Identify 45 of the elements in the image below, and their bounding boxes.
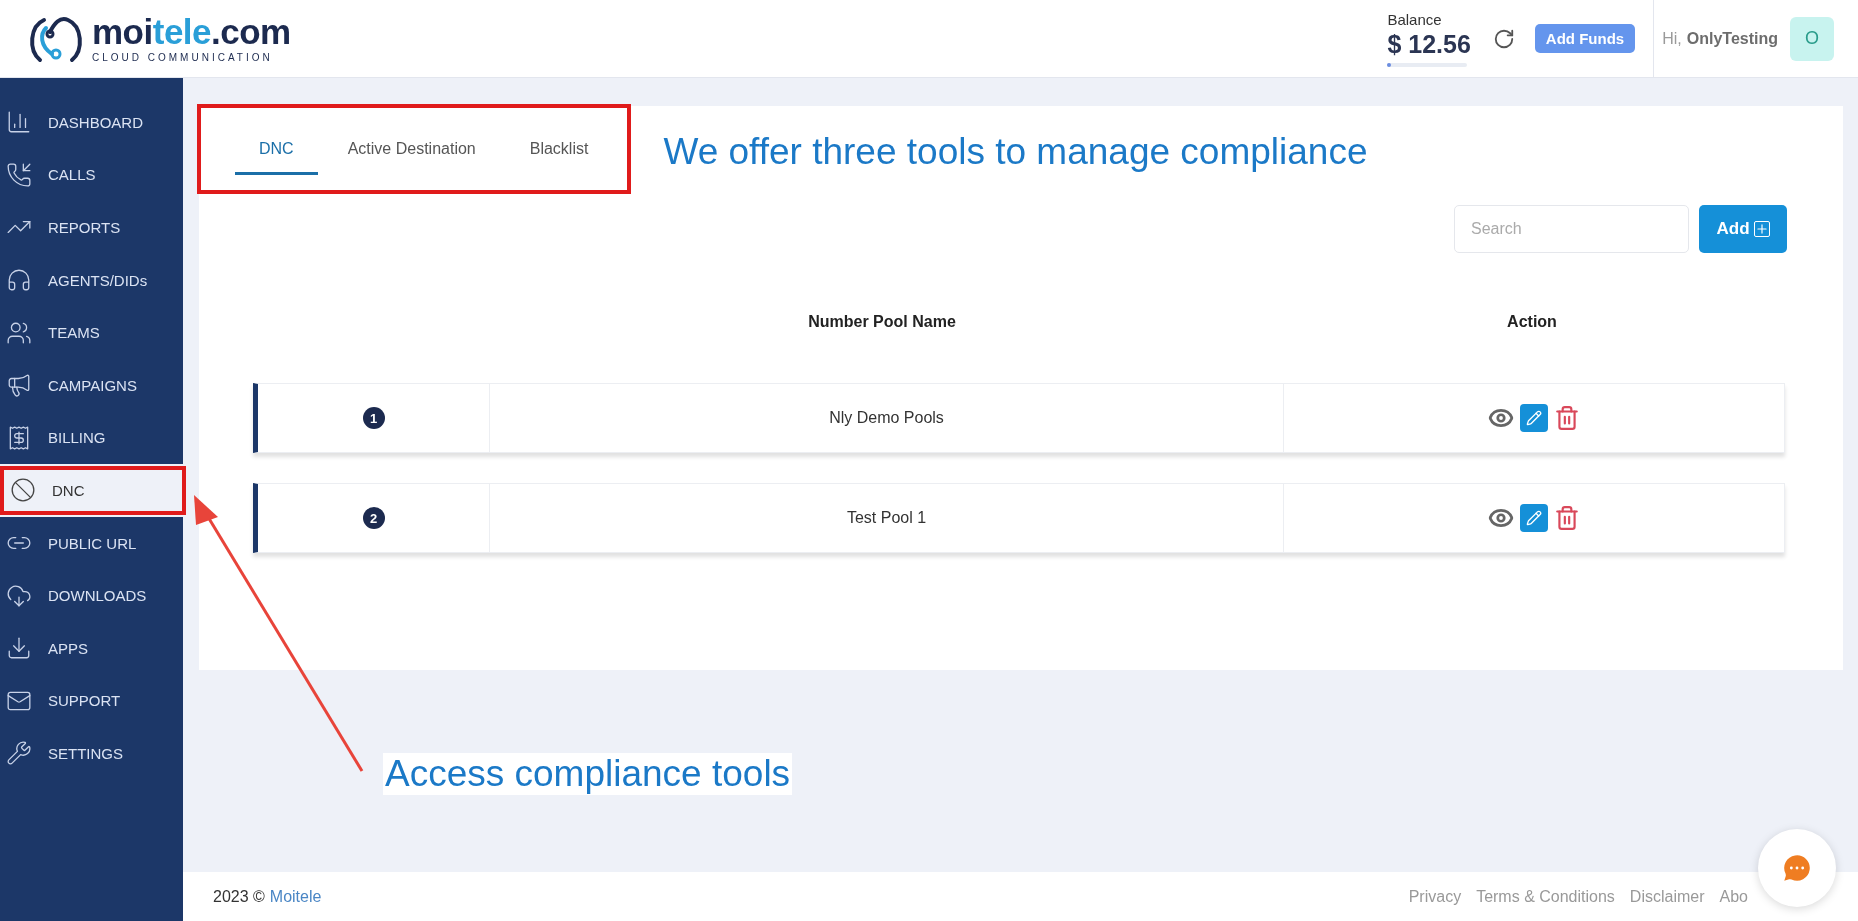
sidebar-item[interactable]: AGENTS/DIDs	[0, 253, 183, 307]
column-header: Number Pool Name	[807, 313, 957, 331]
delete-icon[interactable]	[1554, 505, 1580, 531]
sidebar-item[interactable]: SETTINGS	[0, 727, 183, 780]
megaphone-icon	[6, 372, 32, 399]
column-header: Action	[1506, 313, 1558, 331]
sidebar-item[interactable]: DASHBOARD	[0, 96, 183, 149]
sidebar-item[interactable]: DOWNLOADS	[0, 569, 183, 622]
search-field[interactable]: Search	[1454, 205, 1689, 253]
balance-amount: $ 12.56	[1387, 29, 1471, 59]
pencil-icon	[1526, 410, 1542, 426]
callout-text: Access compliance tools	[383, 753, 793, 795]
sidebar-item[interactable]: CALLS	[0, 148, 183, 202]
sidebar-item[interactable]: CAMPAIGNS	[0, 358, 183, 412]
pencil-icon	[1526, 510, 1542, 526]
tab[interactable]: Blacklist	[505, 128, 613, 175]
sidebar-item[interactable]: BILLING	[0, 411, 183, 465]
pool-name: Nly Demo Pools	[829, 409, 944, 427]
phone-icon	[6, 161, 32, 188]
pool-name: Test Pool 1	[846, 509, 927, 527]
tab[interactable]: DNC	[235, 128, 318, 175]
edit-button[interactable]	[1520, 404, 1548, 432]
row-number: 1	[362, 407, 385, 429]
chat-button[interactable]	[1758, 829, 1836, 907]
tab[interactable]: Active Destination	[323, 128, 500, 175]
refresh-icon[interactable]	[1492, 27, 1515, 50]
edit-button[interactable]	[1520, 504, 1548, 532]
copyright-text: 2023 ©	[213, 887, 265, 906]
prohibited-icon	[10, 477, 36, 504]
sidebar-item[interactable]: SUPPORT	[0, 674, 183, 728]
greeting: Hi,	[1662, 29, 1682, 48]
callout-text: We offer three tools to manage compliance	[663, 130, 1368, 173]
delete-icon[interactable]	[1554, 405, 1580, 431]
brand-tagline: CLOUD COMMUNICATION	[92, 52, 274, 63]
brand-name: moitele.com	[92, 14, 291, 49]
balance-label: Balance	[1387, 10, 1443, 28]
sidebar-item[interactable]: TEAMS	[0, 306, 183, 359]
row-number: 2	[362, 507, 385, 529]
user-name: OnlyTesting	[1686, 29, 1778, 48]
sidebar-item[interactable]: APPS	[0, 621, 183, 675]
wrench-icon	[6, 740, 32, 767]
sidebar-item[interactable]: REPORTS	[0, 201, 183, 254]
company-link[interactable]: Moitele	[269, 887, 322, 906]
sidebar-item[interactable]: PUBLIC URL	[0, 516, 183, 570]
plus-icon	[1753, 221, 1770, 237]
